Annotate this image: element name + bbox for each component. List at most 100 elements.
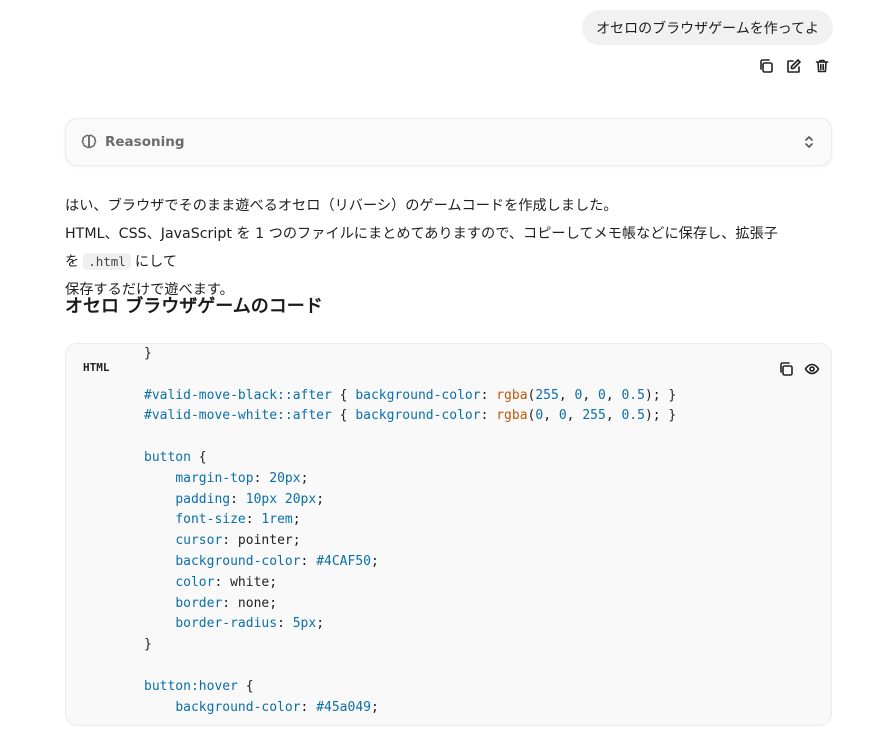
- code-token: ;: [371, 699, 379, 715]
- code-token: {: [331, 408, 356, 424]
- code-line: padding: 10px 20px;: [144, 490, 676, 511]
- code-token: #valid-move-white::after: [144, 408, 332, 424]
- code-line: color: white;: [144, 573, 676, 594]
- code-token: :: [300, 553, 317, 569]
- code-line: button:hover {: [144, 677, 676, 698]
- copy-message-button[interactable]: [756, 56, 776, 76]
- code-token: {: [190, 449, 207, 465]
- code-token: 255: [582, 408, 606, 424]
- answer-text: にして: [134, 254, 177, 270]
- delete-message-button[interactable]: [812, 56, 832, 76]
- code-token: #valid-move-black::after: [144, 387, 332, 403]
- code-token: {: [237, 678, 254, 694]
- code-token: :: [230, 491, 246, 507]
- code-token: : white;: [214, 574, 278, 590]
- reasoning-toggle[interactable]: Reasoning: [65, 118, 832, 166]
- code-token: font-size: [175, 512, 246, 528]
- code-content: } #valid-move-black::after { background-c…: [144, 344, 676, 718]
- code-token: }: [144, 637, 152, 653]
- code-line: font-size: 1rem;: [144, 510, 676, 531]
- trash-icon: [815, 59, 829, 73]
- code-token: 1rem: [261, 512, 293, 528]
- code-token: :: [253, 470, 270, 486]
- user-message-text: オセロのブラウザゲームを作ってよ: [596, 20, 819, 37]
- code-token: :: [300, 699, 317, 715]
- code-token: ,: [543, 408, 559, 424]
- code-token: border: [175, 595, 223, 611]
- inline-code: .html: [83, 253, 131, 270]
- code-token: #45a049: [316, 699, 371, 715]
- code-token: :: [480, 387, 497, 403]
- edit-icon: [787, 59, 801, 73]
- code-token: ,: [582, 387, 598, 403]
- preview-code-button[interactable]: [802, 359, 822, 379]
- copy-icon: [760, 59, 773, 73]
- code-token: ,: [566, 408, 583, 424]
- code-token: background-color: [355, 408, 481, 424]
- code-token: 0.5: [621, 387, 645, 403]
- code-token: 0: [597, 387, 606, 403]
- code-token: :: [277, 616, 293, 632]
- code-token: rgba: [496, 387, 528, 403]
- code-token: margin-top: [175, 470, 254, 486]
- code-token: background-color: [355, 387, 481, 403]
- code-line: #valid-move-white::after { background-co…: [144, 406, 676, 427]
- code-token: 0: [558, 408, 567, 424]
- code-line: margin-top: 20px;: [144, 469, 676, 490]
- code-token: color: [175, 574, 215, 590]
- code-token: ;: [316, 616, 325, 632]
- code-line: #valid-move-black::after { background-co…: [144, 386, 676, 407]
- code-token: ;: [300, 470, 309, 486]
- code-token: rgba: [496, 408, 528, 424]
- message-actions: [756, 56, 832, 76]
- code-token: }: [144, 346, 152, 361]
- code-token: ); }: [644, 387, 677, 403]
- code-line: cursor: pointer;: [144, 531, 676, 552]
- reasoning-label: Reasoning: [105, 134, 185, 150]
- code-token: 10px 20px: [245, 491, 317, 507]
- brain-icon: [80, 133, 98, 151]
- code-token: ); }: [644, 408, 677, 424]
- code-token: ;: [292, 512, 301, 528]
- code-token: ,: [558, 387, 575, 403]
- code-token: button: [144, 449, 191, 465]
- code-token: 20px: [269, 470, 301, 486]
- code-token: 0: [535, 408, 544, 424]
- code-token: : none;: [222, 595, 278, 611]
- code-actions: [776, 359, 822, 379]
- code-token: ;: [371, 553, 379, 569]
- code-line: }: [144, 635, 676, 656]
- code-line: background-color: #4CAF50;: [144, 552, 676, 573]
- answer-line: はい、ブラウザでそのまま遊べるオセロ（リバーシ）のゲームコードを作成しました。: [65, 198, 618, 214]
- code-token: ,: [605, 408, 622, 424]
- code-token: cursor: [175, 533, 223, 549]
- code-token: :: [245, 512, 262, 528]
- code-token: {: [331, 387, 356, 403]
- code-token: 255: [535, 387, 559, 403]
- code-line: border: none;: [144, 594, 676, 615]
- code-token: : pointer;: [222, 533, 301, 549]
- code-line: background-color: #45a049;: [144, 698, 676, 719]
- code-token: background-color: [175, 699, 301, 715]
- section-heading: オセロ ブラウザゲームのコード: [65, 296, 323, 317]
- expand-collapse-icon[interactable]: [801, 134, 817, 150]
- copy-code-button[interactable]: [776, 359, 796, 379]
- copy-icon: [780, 362, 793, 376]
- code-token: 0.5: [621, 408, 645, 424]
- eye-icon: [804, 363, 820, 375]
- edit-message-button[interactable]: [784, 56, 804, 76]
- code-token: :: [480, 408, 497, 424]
- code-line: }: [144, 344, 676, 365]
